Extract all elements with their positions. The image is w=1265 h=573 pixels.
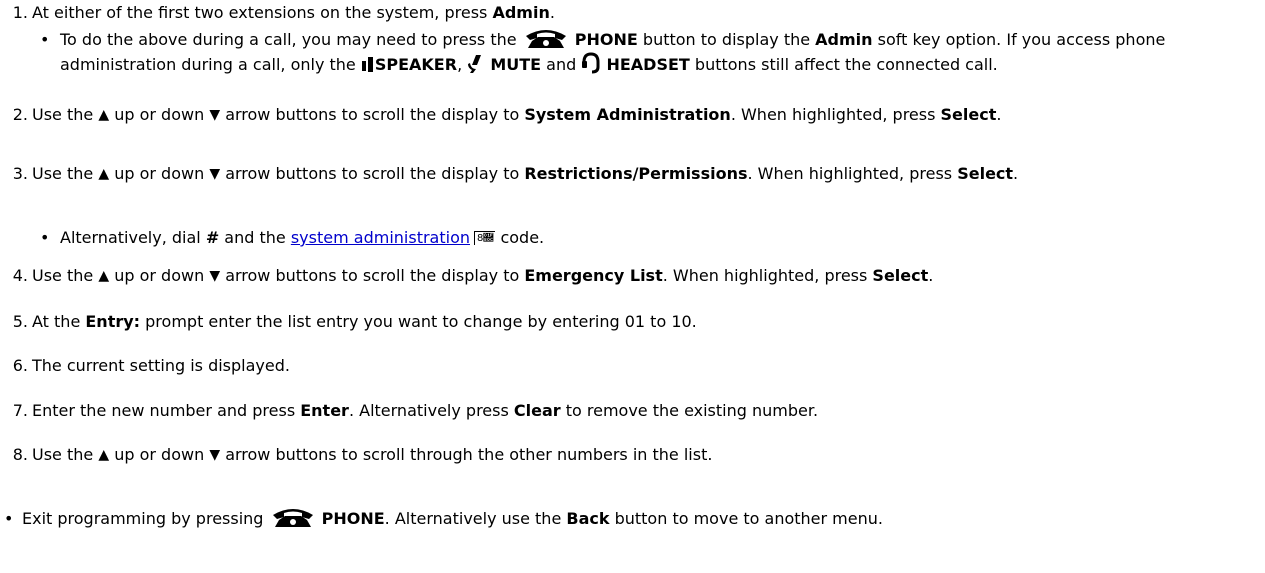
step-text: The current setting is displayed. — [32, 356, 290, 375]
up-arrow-icon: ▲ — [98, 107, 110, 123]
step-number: 8. — [12, 445, 28, 464]
down-arrow-icon: ▼ — [209, 268, 221, 284]
phone-icon — [522, 27, 570, 49]
bullet: • — [40, 30, 50, 49]
step-number: 2. — [12, 105, 28, 124]
step-text: Use the ▲ up or down ▼ arrow buttons to … — [32, 263, 1260, 289]
step-number: 3. — [12, 164, 28, 183]
note-text: To do the above during a call, you may n… — [60, 27, 1260, 77]
phone-icon — [269, 506, 317, 528]
up-arrow-icon: ▲ — [98, 166, 110, 182]
bullet: • — [4, 509, 14, 528]
step-text: Use the ▲ up or down ▼ arrow buttons to … — [32, 442, 1260, 468]
step-number: 6. — [12, 356, 28, 375]
headset-icon — [581, 52, 601, 74]
step-text: Enter the new number and press Enter. Al… — [32, 401, 819, 420]
step-number: 1. — [12, 3, 28, 22]
bullet: • — [40, 228, 50, 247]
down-arrow-icon: ▼ — [209, 107, 221, 123]
speaker-icon — [361, 56, 375, 74]
step-text: At the Entry: prompt enter the list entr… — [32, 312, 697, 331]
up-arrow-icon: ▲ — [98, 268, 110, 284]
step-text: At either of the first two extensions on… — [32, 3, 555, 22]
step-number: 7. — [12, 401, 28, 420]
exit-instruction: Exit programming by pressing PHONE. Alte… — [22, 506, 1252, 531]
down-arrow-icon: ▼ — [209, 166, 221, 182]
note-text: Alternatively, dial # and the system adm… — [60, 228, 545, 247]
up-arrow-icon: ▲ — [98, 447, 110, 463]
step-text: Use the ▲ up or down ▼ arrow buttons to … — [32, 161, 1260, 187]
page-reference[interactable]: 8🠌 — [474, 231, 496, 245]
mute-icon — [467, 54, 485, 74]
step-number: 4. — [12, 266, 28, 285]
down-arrow-icon: ▼ — [209, 447, 221, 463]
step-number: 5. — [12, 312, 28, 331]
step-text: Use the ▲ up or down ▼ arrow buttons to … — [32, 102, 1260, 128]
system-administration-link[interactable]: system administration — [291, 228, 470, 247]
